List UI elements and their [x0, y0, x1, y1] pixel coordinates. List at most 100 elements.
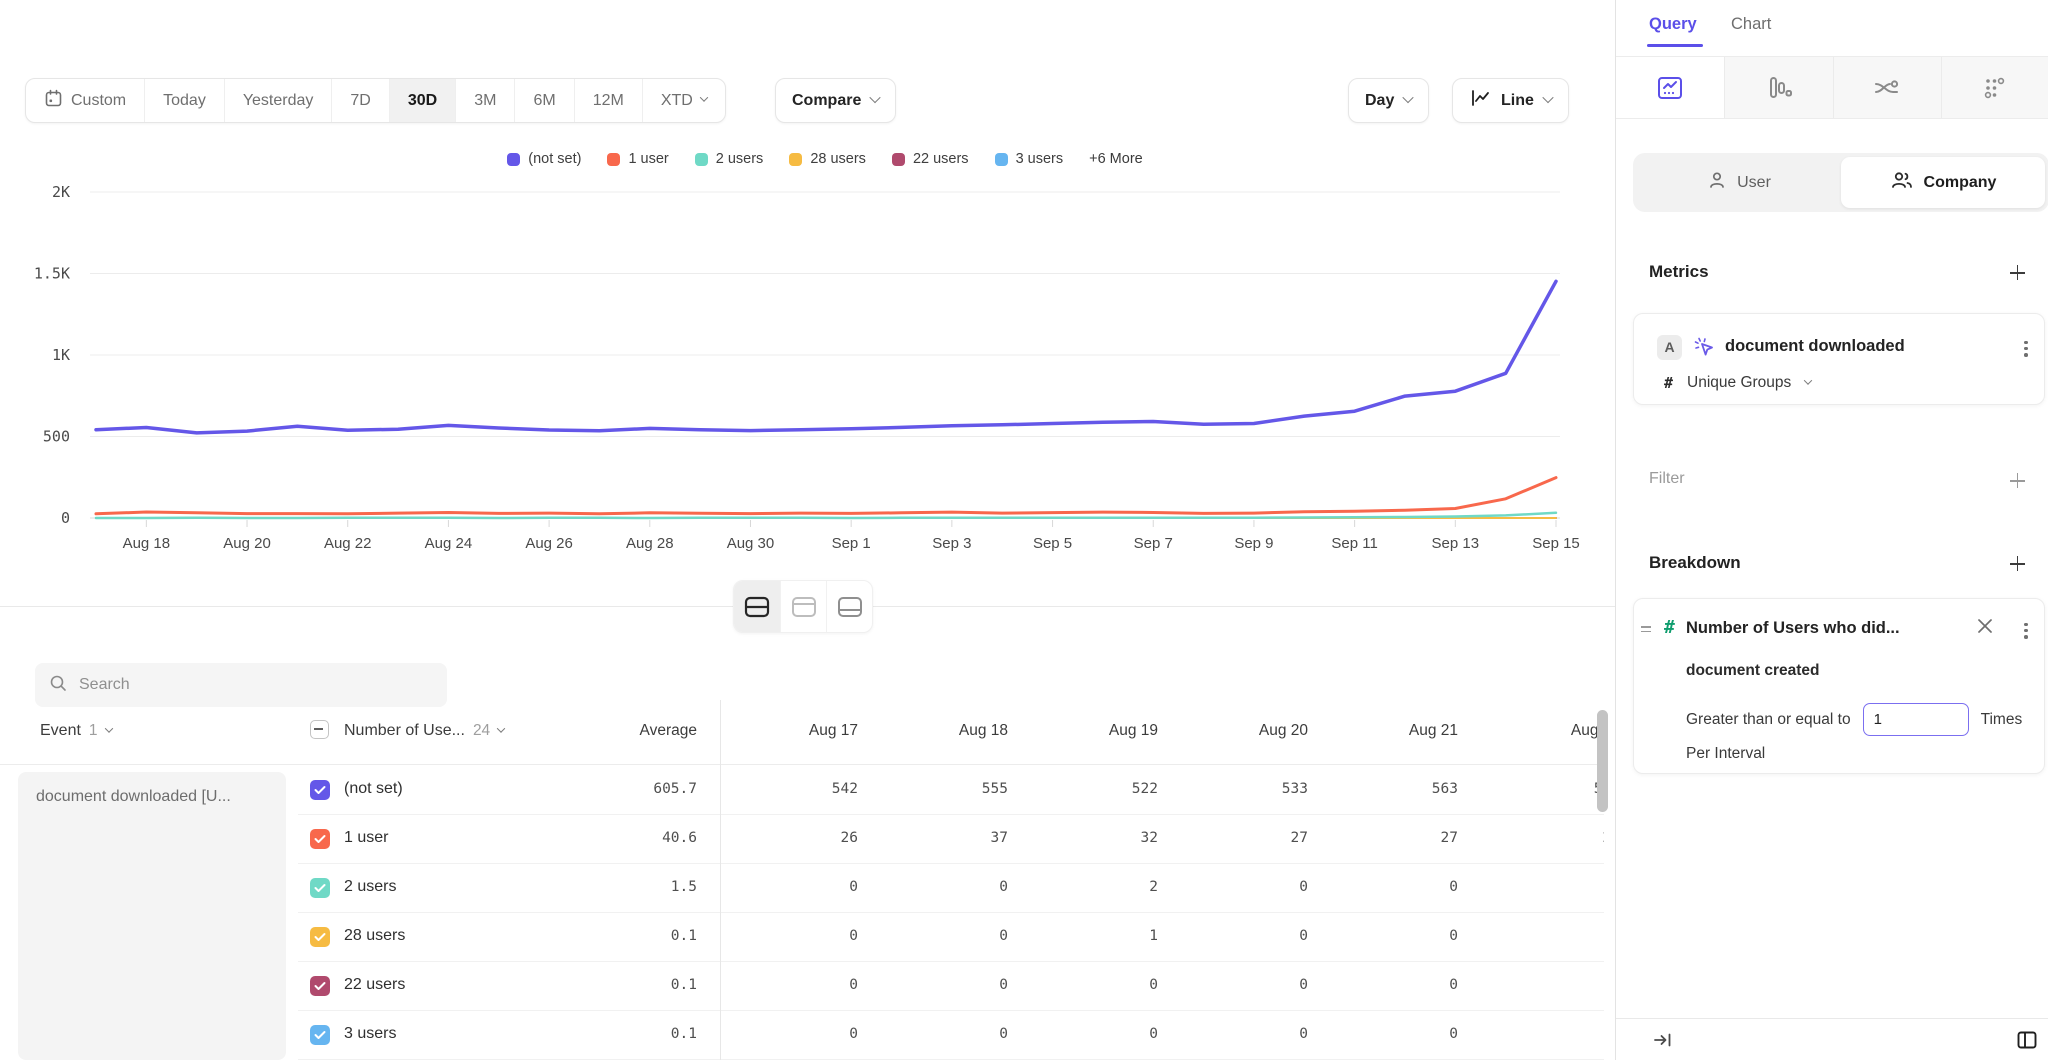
- row-label: 2 users: [344, 878, 396, 896]
- event-count: 1: [89, 722, 98, 740]
- breakdown-event-name[interactable]: document created: [1686, 662, 1820, 680]
- row-value: 0: [888, 879, 1008, 895]
- row-value: 0: [888, 977, 1008, 993]
- app-root: CustomTodayYesterday7D30D3M6M12MXTD Comp…: [0, 0, 2048, 1060]
- scope-user-option[interactable]: User: [1637, 157, 1841, 208]
- event-click-icon: [1692, 335, 1718, 366]
- row-value: 0: [888, 928, 1008, 944]
- chart-type-selector: [1616, 57, 2048, 119]
- search-icon: [49, 674, 67, 697]
- metric-measure-label: Unique Groups: [1687, 374, 1791, 392]
- series-line--not-set-[interactable]: [96, 281, 1556, 433]
- tab-chart[interactable]: Chart: [1731, 15, 1771, 34]
- row-value: 522: [1038, 781, 1158, 797]
- add-breakdown-button[interactable]: [2010, 556, 2026, 572]
- y-axis-label: 1K: [52, 346, 70, 364]
- row-value: 0: [1038, 1026, 1158, 1042]
- row-average: 0.1: [577, 928, 697, 944]
- tab-query[interactable]: Query: [1649, 15, 1697, 34]
- metric-card[interactable]: A document downloaded # Unique Groups: [1633, 313, 2045, 405]
- main-area: CustomTodayYesterday7D30D3M6M12MXTD Comp…: [0, 0, 1615, 1060]
- matrix-icon[interactable]: [1941, 57, 2048, 118]
- breakdown-title: Breakdown: [1649, 553, 1741, 573]
- x-axis-label: Aug 26: [525, 535, 573, 552]
- x-axis-label: Aug 24: [425, 535, 473, 552]
- series-column-header[interactable]: Number of Use... 24: [344, 722, 504, 740]
- event-column-header[interactable]: Event 1: [40, 722, 112, 740]
- row-value: 0: [1500, 1026, 1604, 1042]
- add-filter-button[interactable]: [2010, 473, 2026, 489]
- row-checkbox[interactable]: [310, 780, 330, 800]
- event-group-cell[interactable]: document downloaded [U...: [18, 772, 286, 1060]
- metric-badge: A: [1657, 335, 1682, 360]
- series-count: 24: [473, 722, 490, 740]
- x-axis-label: Sep 11: [1331, 535, 1377, 552]
- layout-top-button[interactable]: [780, 581, 826, 632]
- row-value: 2: [1038, 879, 1158, 895]
- hash-icon: #: [1664, 374, 1673, 392]
- breakdown-table: Event 1 Number of Use... 24 Average Aug …: [0, 700, 1604, 1060]
- breakdown-card-title: Number of Users who did...: [1686, 619, 1900, 638]
- row-label: 28 users: [344, 927, 405, 945]
- x-axis-label: Aug 28: [626, 535, 674, 552]
- row-value: 0: [1188, 977, 1308, 993]
- table-header-row: Event 1 Number of Use... 24 Average Aug …: [0, 700, 1604, 765]
- bar-chart-icon[interactable]: [1724, 57, 1832, 118]
- row-value: 0: [1338, 1026, 1458, 1042]
- row-value: 0: [1188, 1026, 1308, 1042]
- condition-value-input[interactable]: [1863, 703, 1969, 736]
- scope-toggle: User Company: [1633, 153, 2048, 212]
- condition-label: Greater than or equal to: [1686, 711, 1851, 729]
- row-value: 563: [1338, 781, 1458, 797]
- select-all-checkbox[interactable]: [310, 720, 329, 739]
- y-axis-label: 0: [61, 509, 70, 527]
- row-checkbox[interactable]: [310, 927, 330, 947]
- y-axis-label: 500: [43, 428, 70, 446]
- drag-handle-icon[interactable]: [1641, 623, 1651, 635]
- row-checkbox[interactable]: [310, 976, 330, 996]
- kebab-menu-icon[interactable]: [2024, 338, 2028, 359]
- row-checkbox[interactable]: [310, 878, 330, 898]
- scope-user-label: User: [1737, 174, 1771, 192]
- x-axis-label: Sep 1: [832, 535, 871, 552]
- line-chart-icon[interactable]: [1616, 57, 1724, 118]
- scope-company-label: Company: [1924, 174, 1997, 192]
- x-axis-label: Aug 30: [727, 535, 775, 552]
- row-checkbox[interactable]: [310, 1025, 330, 1045]
- table-scrollbar[interactable]: [1597, 710, 1608, 812]
- filter-title: Filter: [1649, 470, 1685, 488]
- row-value: 0: [1500, 879, 1604, 895]
- scope-company-option[interactable]: Company: [1841, 157, 2045, 208]
- row-average: 605.7: [577, 781, 697, 797]
- series-line-1-user[interactable]: [96, 478, 1556, 514]
- row-value: 26: [1500, 830, 1604, 846]
- y-axis-label: 1.5K: [34, 265, 70, 283]
- per-interval-label[interactable]: Per Interval: [1686, 745, 1765, 763]
- row-value: 0: [738, 879, 858, 895]
- layout-bottom-button[interactable]: [826, 581, 872, 632]
- layout-split-button[interactable]: [734, 581, 780, 632]
- row-label: 22 users: [344, 976, 405, 994]
- row-value: 538: [1500, 781, 1604, 797]
- row-value: 533: [1188, 781, 1308, 797]
- row-value: 32: [1038, 830, 1158, 846]
- collapse-panel-icon[interactable]: [1652, 1030, 1674, 1055]
- add-metric-button[interactable]: [2010, 265, 2026, 281]
- search-input[interactable]: [79, 676, 409, 694]
- breakdown-card[interactable]: # Number of Users who did... document cr…: [1633, 598, 2045, 774]
- row-average: 1.5: [577, 879, 697, 895]
- flow-icon[interactable]: [1833, 57, 1941, 118]
- kebab-menu-icon[interactable]: [2024, 620, 2028, 641]
- close-icon[interactable]: [1978, 619, 1992, 633]
- x-axis-label: Aug 18: [123, 535, 171, 552]
- breakdown-condition-row: Greater than or equal to Times: [1686, 703, 2022, 736]
- side-panel-icon[interactable]: [2015, 1028, 2039, 1057]
- row-checkbox[interactable]: [310, 829, 330, 849]
- row-label: 3 users: [344, 1025, 396, 1043]
- row-value: 0: [738, 1026, 858, 1042]
- series-label: Number of Use...: [344, 722, 465, 740]
- metric-measure-row[interactable]: # Unique Groups: [1664, 374, 1811, 392]
- metric-event-name[interactable]: document downloaded: [1725, 337, 1905, 356]
- query-panel: Query Chart: [1615, 0, 2048, 1060]
- row-value: 0: [1500, 928, 1604, 944]
